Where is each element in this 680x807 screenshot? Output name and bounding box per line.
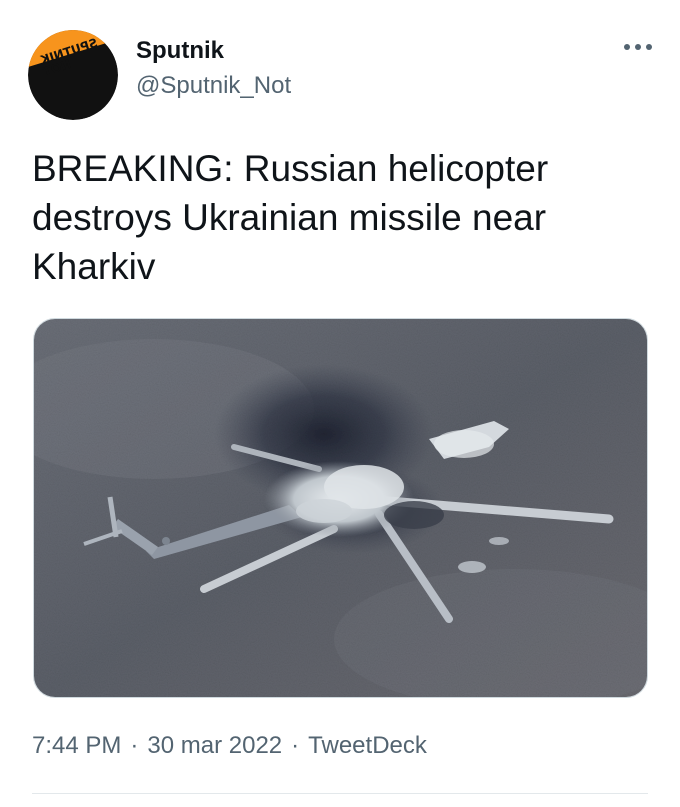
more-horizontal-icon xyxy=(624,44,652,50)
tweet-meta: 7:44 PM · 30 mar 2022 · TweetDeck xyxy=(32,729,427,763)
helicopter-wreck-photo xyxy=(34,319,647,697)
sputnik-logo-icon: SPUTNIK NOT xyxy=(28,30,118,120)
meta-separator: · xyxy=(130,732,139,759)
tweet-time[interactable]: 7:44 PM xyxy=(32,732,121,759)
more-options-button[interactable] xyxy=(618,32,658,62)
author-block: Sputnik @Sputnik_Not xyxy=(136,36,291,102)
tweet-photo[interactable] xyxy=(33,318,648,698)
tweet-date[interactable]: 30 mar 2022 xyxy=(147,732,282,759)
tweet-text: BREAKING: Russian helicopter destroys Uk… xyxy=(32,148,549,287)
author-handle[interactable]: @Sputnik_Not xyxy=(136,70,291,102)
avatar[interactable]: SPUTNIK NOT xyxy=(28,30,118,120)
divider xyxy=(32,793,648,794)
tweet-source[interactable]: TweetDeck xyxy=(308,732,427,759)
meta-separator: · xyxy=(291,732,300,759)
author-display-name[interactable]: Sputnik xyxy=(136,36,291,66)
